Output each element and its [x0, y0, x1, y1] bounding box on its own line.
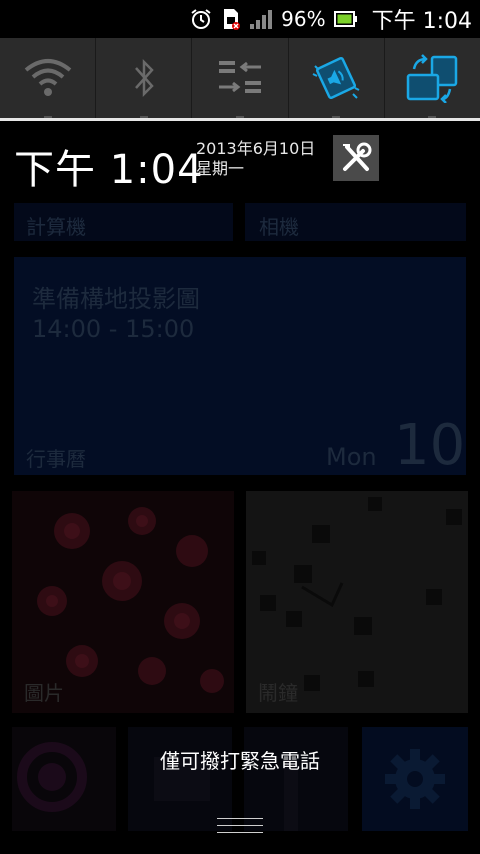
auto-rotate-icon: [407, 54, 458, 103]
data-transfer-icon: [219, 61, 261, 93]
calendar-event-time: 14:00 - 15:00: [32, 315, 195, 343]
auto-rotate-toggle[interactable]: [385, 38, 480, 118]
header-date: 2013年6月10日: [196, 139, 316, 158]
quick-settings-bar: [0, 38, 480, 119]
calendar-event-title: 準備構地投影圖: [32, 285, 200, 313]
photos-label: 圖片: [24, 681, 64, 705]
battery-icon: [333, 11, 358, 27]
calendar-widget[interactable]: 準備構地投影圖 14:00 - 15:00 行事曆 Mon 10: [14, 257, 466, 478]
app-tile-3[interactable]: [244, 727, 348, 831]
calendar-label: 行事曆: [26, 447, 86, 471]
app-icon: [17, 742, 87, 812]
app-tile-2[interactable]: [128, 727, 232, 831]
emergency-calls-only-text: 僅可撥打緊急電話: [160, 749, 320, 773]
signal-icon: [249, 8, 273, 30]
calendar-day-number: 10: [394, 413, 466, 478]
camera-label: 相機: [259, 215, 299, 239]
header-weekday: 星期一: [196, 159, 245, 178]
settings-tile[interactable]: [362, 727, 468, 831]
wifi-toggle[interactable]: [0, 38, 97, 118]
bluetooth-icon: [134, 58, 154, 98]
calculator-label: 計算機: [26, 215, 86, 239]
sound-vibrate-icon: [312, 56, 360, 100]
header-date-block: 2013年6月10日 星期一: [196, 139, 315, 179]
tools-icon: [343, 142, 372, 171]
app-tile-1[interactable]: [12, 727, 116, 831]
status-time: 下午 1:04: [371, 9, 472, 34]
sim-card-missing-icon: [221, 7, 241, 31]
battery-percent: 96%: [281, 7, 326, 31]
photos-tile[interactable]: 圖片: [12, 491, 234, 713]
gear-icon: [385, 749, 445, 809]
clock-label: 鬧鐘: [258, 681, 298, 705]
clock-tile[interactable]: 鬧鐘: [246, 491, 468, 713]
camera-tile[interactable]: 相機: [245, 203, 466, 241]
alarm-icon: [189, 7, 213, 31]
status-bar: 96% 下午 1:04: [0, 0, 480, 38]
notification-drag-handle[interactable]: [217, 818, 263, 840]
data-sync-toggle[interactable]: [192, 38, 289, 118]
calculator-tile[interactable]: 計算機: [14, 203, 233, 241]
wifi-icon: [24, 59, 71, 96]
sound-vibrate-toggle[interactable]: [289, 38, 385, 118]
calendar-day-name: Mon: [326, 443, 377, 471]
settings-button[interactable]: [333, 135, 379, 181]
bluetooth-toggle[interactable]: [96, 38, 193, 118]
notification-header: 下午 1:04 2013年6月10日 星期一: [0, 121, 480, 199]
header-time: 下午 1:04: [14, 147, 204, 193]
